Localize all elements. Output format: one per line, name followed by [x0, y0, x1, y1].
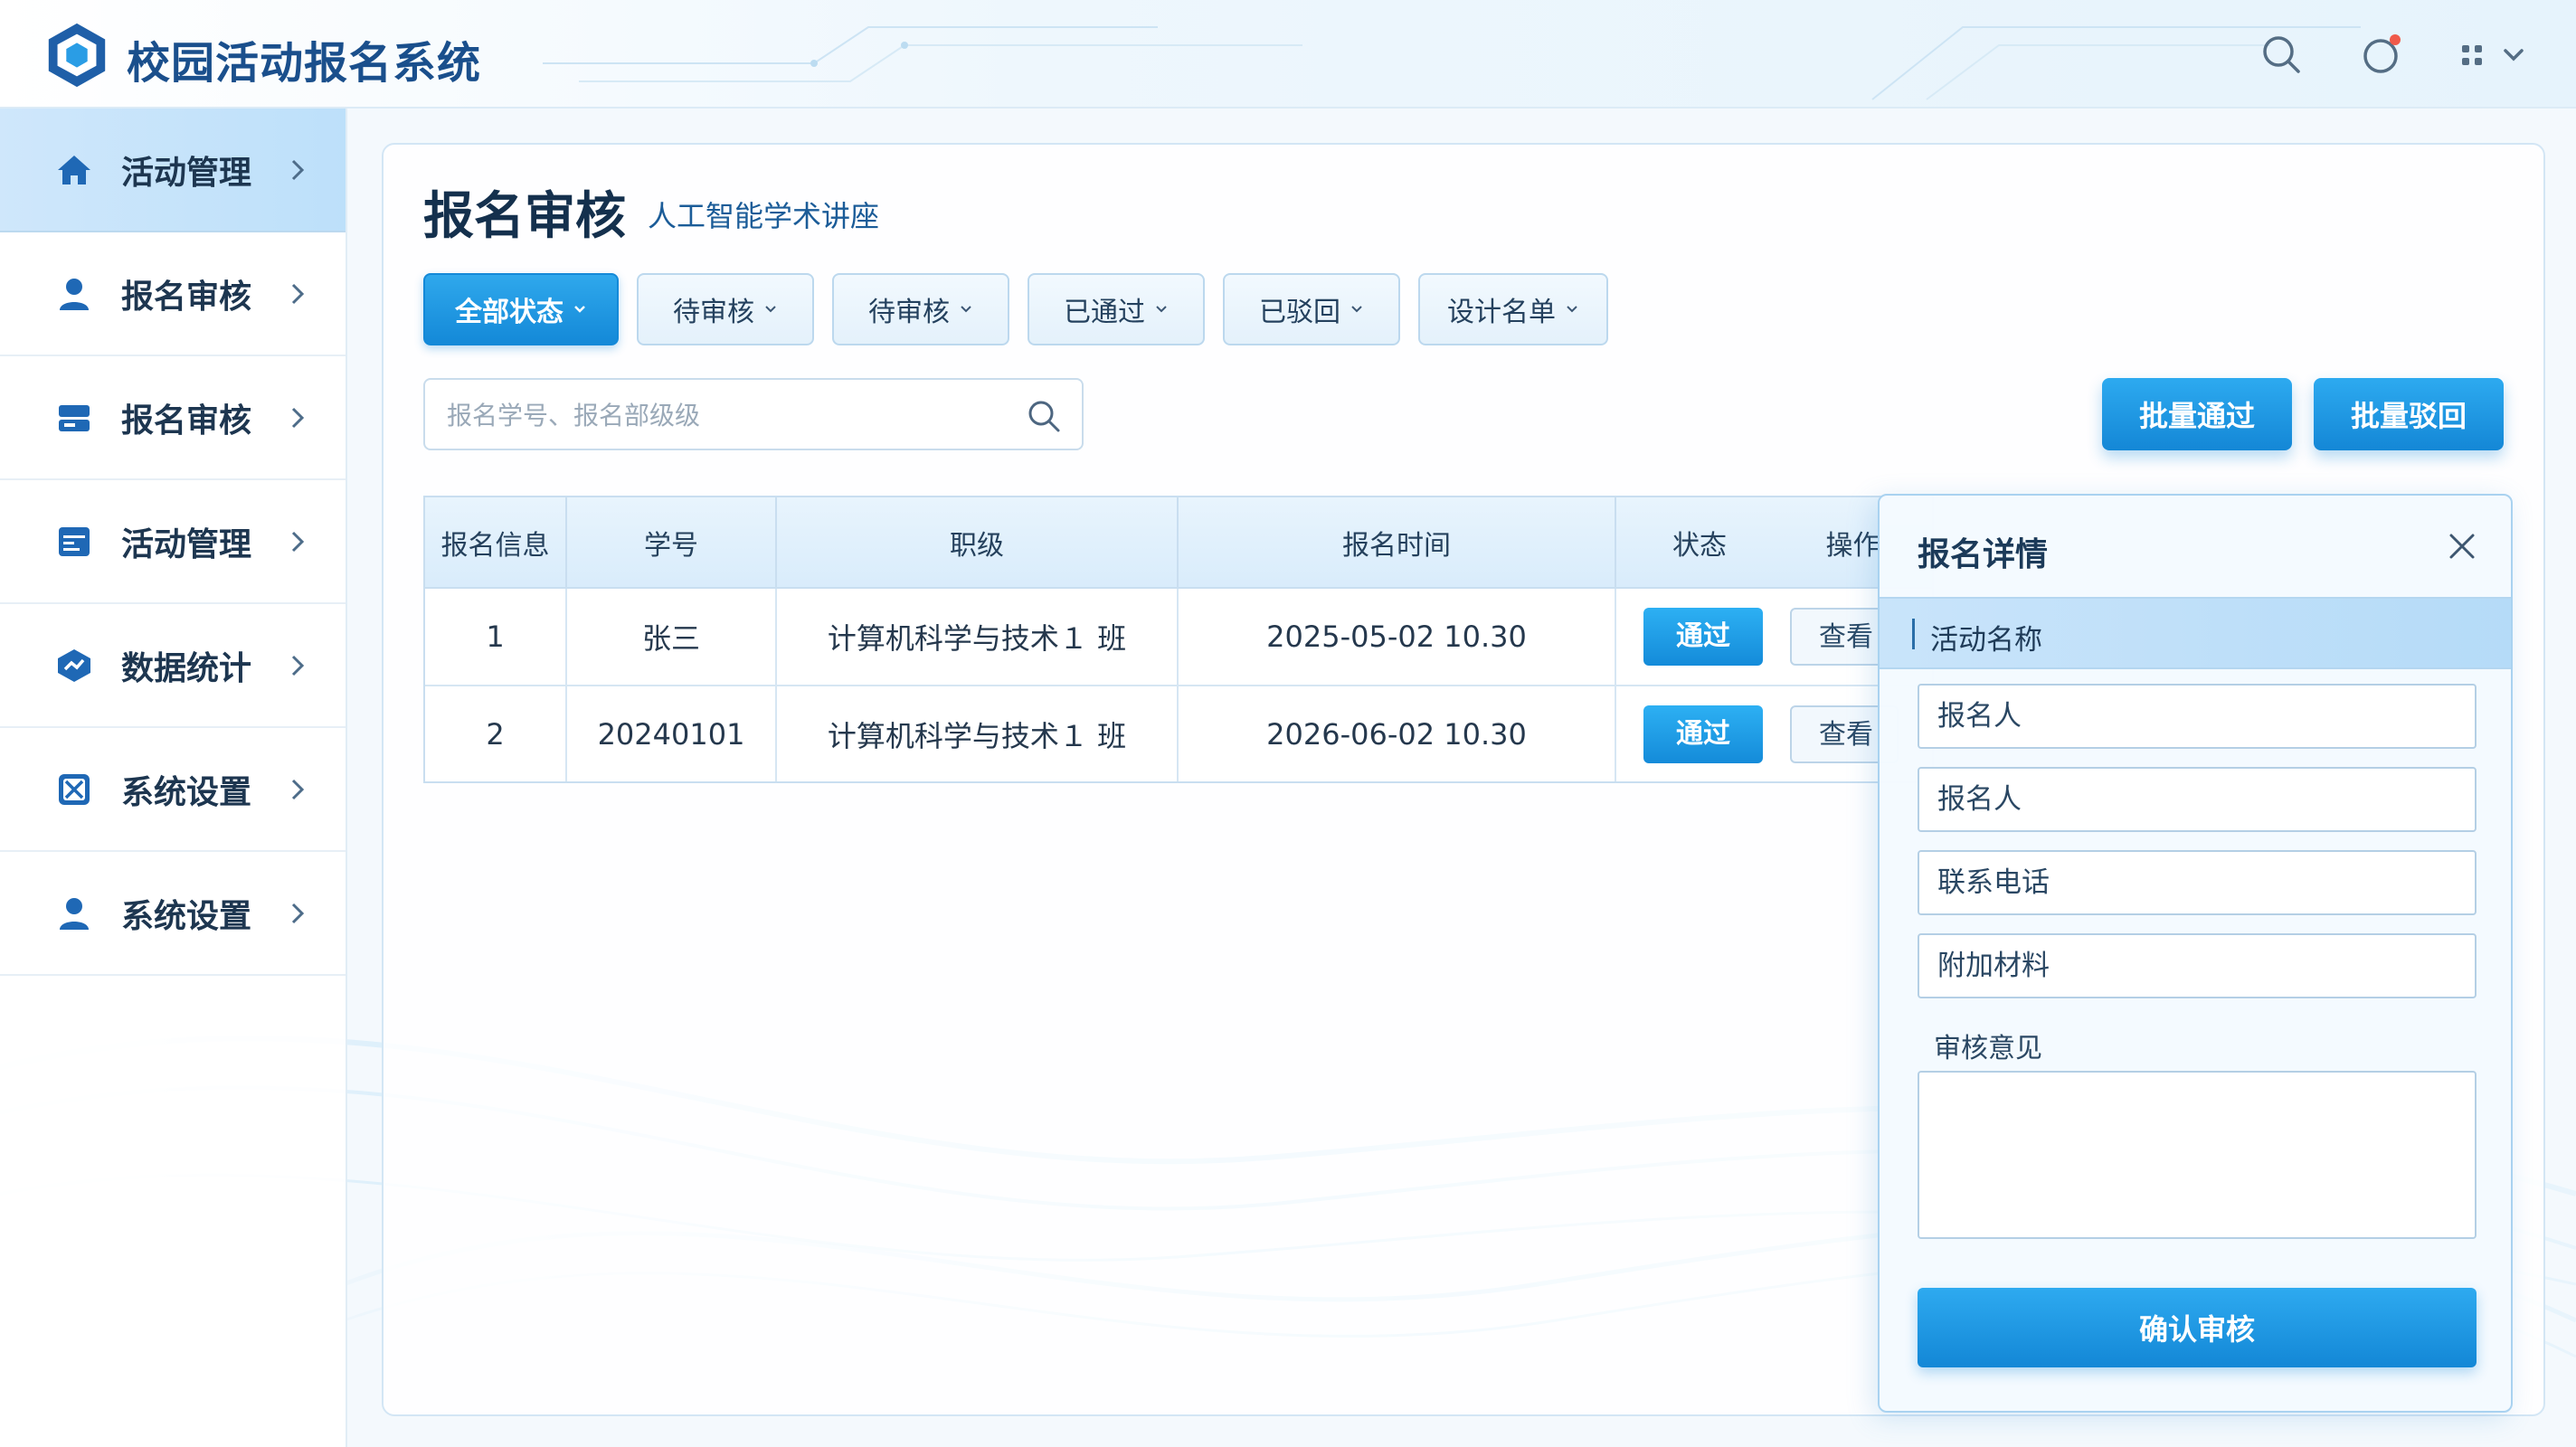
attachment-field[interactable]: 附加材料: [1918, 933, 2477, 998]
chevron-down-icon: [1567, 306, 1577, 313]
chevron-down-icon: [765, 306, 776, 313]
registrant-field[interactable]: 报名人: [1918, 684, 2477, 749]
sidebar-item-system-settings-2[interactable]: 系统设置: [0, 852, 346, 976]
app-title: 校园活动报名系统: [127, 38, 482, 89]
cell-time: 2025-05-02 10.30: [1178, 588, 1616, 686]
column-header: 职级: [776, 497, 1179, 589]
column-header: 操作: [1825, 529, 1880, 562]
section-label: 活动名称: [1930, 624, 2042, 657]
chevron-down-icon: [574, 306, 585, 313]
circuit-decoration: [543, 26, 1302, 82]
column-header: 报名时间: [1178, 497, 1616, 589]
registration-table: 报名信息 学号 职级 报名时间 状态 操作 1 张三 计算机科学与技术１ 班 2…: [423, 496, 1934, 783]
chevron-down-icon: [1351, 306, 1362, 313]
chevron-right-icon: [291, 531, 305, 553]
phone-field[interactable]: 联系电话: [1918, 850, 2477, 915]
filter-pending-2[interactable]: 待审核: [832, 273, 1009, 345]
table-row: 2 20240101 计算机科学与技术１ 班 2026-06-02 10.30 …: [425, 686, 1932, 781]
user-icon: [60, 897, 89, 930]
chevron-right-icon: [291, 903, 305, 924]
batch-pass-button[interactable]: 批量通过: [2102, 378, 2292, 450]
table-row: 1 张三 计算机科学与技术１ 班 2025-05-02 10.30 通过 查看: [425, 588, 1932, 686]
chart-icon: [58, 648, 90, 682]
section-marker: [1912, 619, 1915, 649]
column-header: 学号: [566, 497, 777, 589]
sidebar-item-registration-review-2[interactable]: 报名审核: [0, 356, 346, 480]
cell-time: 2026-06-02 10.30: [1178, 686, 1616, 781]
registration-detail-panel: 报名详情 活动名称 报名人 报名人 联系电话 附加材料 审核意见 确认审核: [1878, 494, 2513, 1413]
review-opinion-label: 审核意见: [1934, 1033, 2042, 1064]
pass-button[interactable]: 通过: [1643, 608, 1763, 666]
sidebar-item-label: 报名审核: [121, 402, 252, 440]
chevron-down-icon: [961, 306, 971, 313]
filter-label: 已驳回: [1259, 297, 1340, 328]
sidebar-item-statistics[interactable]: 数据统计: [0, 604, 346, 728]
chevron-down-icon: [1156, 306, 1167, 313]
confirm-review-button[interactable]: 确认审核: [1918, 1288, 2477, 1367]
detail-title: 报名详情: [1918, 536, 2049, 573]
chevron-right-icon: [291, 283, 305, 305]
filter-label: 设计名单: [1447, 297, 1556, 328]
sidebar-item-label: 活动管理: [121, 154, 252, 192]
page-subtitle: 人工智能学术讲座: [648, 199, 880, 233]
filter-label: 待审核: [673, 297, 754, 328]
cell-class: 计算机科学与技术１ 班: [776, 686, 1179, 781]
card-icon: [59, 404, 90, 431]
column-header: 报名信息: [425, 497, 567, 589]
home-icon: [58, 155, 90, 184]
review-opinion-input[interactable]: [1918, 1071, 2477, 1239]
cell-index: 2: [425, 686, 567, 781]
table-header-row: 报名信息 学号 职级 报名时间 状态 操作: [425, 497, 1932, 589]
activity-name-section: 活动名称: [1880, 597, 2511, 669]
registrant-field-2[interactable]: 报名人: [1918, 767, 2477, 832]
filter-rejected[interactable]: 已驳回: [1223, 273, 1400, 345]
filter-label: 全部状态: [455, 297, 564, 328]
chevron-right-icon: [291, 407, 305, 429]
filter-design-list[interactable]: 设计名单: [1418, 273, 1608, 345]
logo-icon: [48, 23, 106, 88]
page-title: 报名审核: [423, 187, 626, 246]
cell-student: 20240101: [566, 686, 777, 781]
filter-label: 已通过: [1064, 297, 1145, 328]
chevron-right-icon: [291, 779, 305, 800]
sidebar-item-label: 系统设置: [121, 773, 252, 811]
search-icon[interactable]: [1026, 398, 1062, 434]
filter-pending[interactable]: 待审核: [637, 273, 814, 345]
pass-button[interactable]: 通过: [1643, 705, 1763, 763]
sidebar-item-registration-review[interactable]: 报名审核: [0, 232, 346, 356]
chevron-right-icon: [291, 655, 305, 676]
apps-grid-icon[interactable]: [2458, 31, 2487, 78]
top-header: 校园活动报名系统: [0, 0, 2576, 109]
filter-approved[interactable]: 已通过: [1028, 273, 1205, 345]
sidebar-item-label: 活动管理: [121, 525, 252, 563]
sidebar-item-label: 数据统计: [121, 649, 252, 687]
cell-class: 计算机科学与技术１ 班: [776, 588, 1179, 686]
sidebar-item-activity-management[interactable]: 活动管理: [0, 109, 346, 232]
filter-all-status[interactable]: 全部状态: [423, 273, 619, 345]
cell-index: 1: [425, 588, 567, 686]
sidebar-item-label: 系统设置: [121, 897, 252, 935]
filter-label: 待审核: [868, 297, 950, 328]
sidebar-item-activity-management-2[interactable]: 活动管理: [0, 480, 346, 604]
search-icon[interactable]: [2258, 31, 2305, 78]
search-input[interactable]: [447, 392, 1008, 438]
sidebar-item-system-settings[interactable]: 系统设置: [0, 728, 346, 852]
sidebar-item-label: 报名审核: [121, 278, 252, 316]
notification-icon[interactable]: [2359, 31, 2406, 78]
close-icon[interactable]: [2446, 530, 2478, 563]
search-box: [423, 378, 1084, 450]
list-icon: [59, 526, 90, 556]
chevron-right-icon: [291, 159, 305, 181]
sidebar: 活动管理 报名审核 报名审核 活动管理 数据统计 系统设置 系统设置: [0, 109, 347, 1447]
chevron-down-icon[interactable]: [2500, 31, 2527, 78]
column-header: 状态: [1672, 529, 1727, 562]
settings-icon: [59, 773, 90, 805]
batch-reject-button[interactable]: 批量驳回: [2314, 378, 2504, 450]
cell-student: 张三: [566, 588, 777, 686]
user-icon: [60, 278, 89, 310]
